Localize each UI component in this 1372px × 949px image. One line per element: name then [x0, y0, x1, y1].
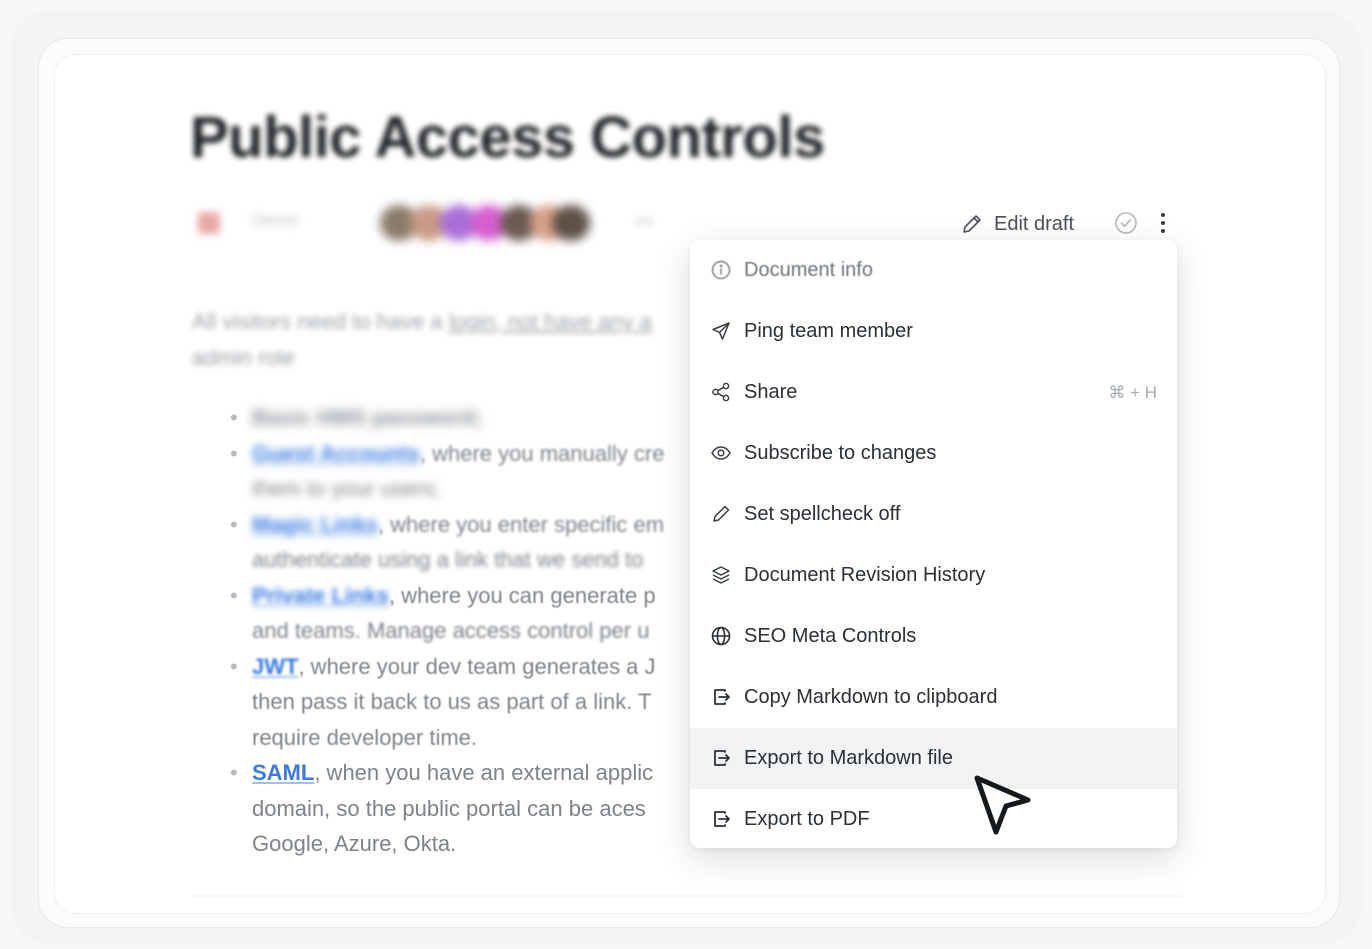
- list-text: , when you have an external applic: [314, 760, 654, 785]
- eye-icon: [710, 442, 732, 464]
- list-term-link[interactable]: Private Links: [252, 583, 389, 608]
- menu-item-seo-meta[interactable]: SEO Meta Controls: [690, 606, 1177, 667]
- menu-item-label: Document info: [744, 259, 873, 281]
- more-options-icon[interactable]: [1152, 207, 1174, 239]
- list-text: , where your dev team generates a J: [298, 653, 656, 679]
- list-item: JWT, where your dev team generates a J t…: [230, 649, 700, 756]
- menu-item-label: SEO Meta Controls: [744, 625, 917, 647]
- menu-item-label: Set spellcheck off: [744, 503, 901, 525]
- menu-item-subscribe[interactable]: Subscribe to changes: [690, 423, 1177, 484]
- menu-item-label: Subscribe to changes: [744, 442, 937, 464]
- list-text: , where you enter specific em: [377, 511, 665, 537]
- menu-item-label: Document Revision History: [744, 564, 986, 586]
- menu-item-export-pdf[interactable]: Export to PDF: [690, 789, 1177, 850]
- export-icon: [710, 686, 732, 708]
- intro-link[interactable]: login, not have any a: [449, 309, 652, 334]
- pencil-icon: [710, 503, 732, 525]
- shortcut-hint: ⌘ + H: [1108, 383, 1157, 402]
- collaborator-avatars[interactable]: [380, 205, 590, 241]
- menu-item-label: Copy Markdown to clipboard: [744, 686, 998, 708]
- menu-item-label: Share: [744, 381, 798, 403]
- avatar: [552, 205, 590, 241]
- intro-text-2: admin role: [192, 345, 295, 370]
- menu-item-label: Ping team member: [744, 320, 913, 342]
- list-text: domain, so the public portal can be aces: [252, 795, 646, 821]
- list-text: , where you can generate p: [388, 582, 656, 608]
- list-item: Basic HMS password;: [230, 400, 700, 436]
- list-term-link[interactable]: Guest Accounts: [252, 441, 420, 466]
- menu-item-export-markdown[interactable]: Export to Markdown file: [690, 728, 1177, 789]
- menu-item-ping-team-member[interactable]: Ping team member: [690, 301, 1177, 362]
- list-text: authenticate using a link that we send t…: [252, 547, 644, 572]
- list-text: and teams. Manage access control per u: [252, 618, 650, 643]
- info-icon: [710, 259, 732, 281]
- send-icon: [710, 320, 732, 342]
- layers-icon: [710, 564, 732, 586]
- edit-draft-button[interactable]: Edit draft: [960, 208, 1074, 240]
- document-options-menu: Document info Ping team member Share ⌘ +…: [690, 240, 1177, 848]
- list-term-link[interactable]: SAML: [252, 760, 314, 785]
- intro-paragraph: All visitors need to have a login, not h…: [192, 304, 732, 376]
- menu-item-document-info[interactable]: Document info: [690, 240, 1177, 301]
- list-text: then pass it back to us as part of a lin…: [252, 689, 652, 714]
- list-term-link[interactable]: Magic Links: [252, 512, 378, 537]
- version-count: 4/4: [634, 213, 654, 229]
- check-circle-icon[interactable]: [1113, 210, 1139, 236]
- divider: [192, 896, 1182, 897]
- list-item: SAML, when you have an external applic d…: [230, 755, 700, 862]
- list-text: require developer time.: [252, 724, 478, 750]
- export-icon: [710, 747, 732, 769]
- pencil-icon: [963, 215, 981, 233]
- list-term-link[interactable]: JWT: [252, 654, 298, 679]
- list-item: Private Links, where you can generate p …: [230, 578, 700, 649]
- menu-item-label: Export to Markdown file: [744, 747, 953, 769]
- list-item: Magic Links, where you enter specific em…: [230, 507, 700, 578]
- mouse-cursor-icon: [974, 775, 1031, 835]
- status-icon: [198, 212, 220, 234]
- list-text: them to your users;: [252, 476, 441, 501]
- menu-item-label: Export to PDF: [744, 808, 870, 830]
- list-text: Basic HMS password;: [252, 405, 482, 430]
- export-icon: [710, 808, 732, 830]
- menu-item-revision-history[interactable]: Document Revision History: [690, 545, 1177, 606]
- menu-item-copy-markdown[interactable]: Copy Markdown to clipboard: [690, 667, 1177, 728]
- list-item: Guest Accounts, where you manually cre t…: [230, 436, 700, 507]
- menu-item-share[interactable]: Share ⌘ + H: [690, 362, 1177, 423]
- page-title: Public Access Controls: [190, 105, 825, 170]
- share-icon: [710, 381, 732, 403]
- globe-icon: [710, 625, 732, 647]
- access-methods-list: Basic HMS password; Guest Accounts, wher…: [230, 400, 700, 862]
- menu-item-spellcheck[interactable]: Set spellcheck off: [690, 484, 1177, 545]
- list-text: , where you manually cre: [419, 440, 665, 466]
- intro-text: All visitors need to have a: [192, 309, 449, 334]
- owner-label: Owner: [252, 212, 300, 229]
- edit-draft-label: Edit draft: [994, 212, 1075, 235]
- list-text: Google, Azure, Okta.: [252, 831, 457, 856]
